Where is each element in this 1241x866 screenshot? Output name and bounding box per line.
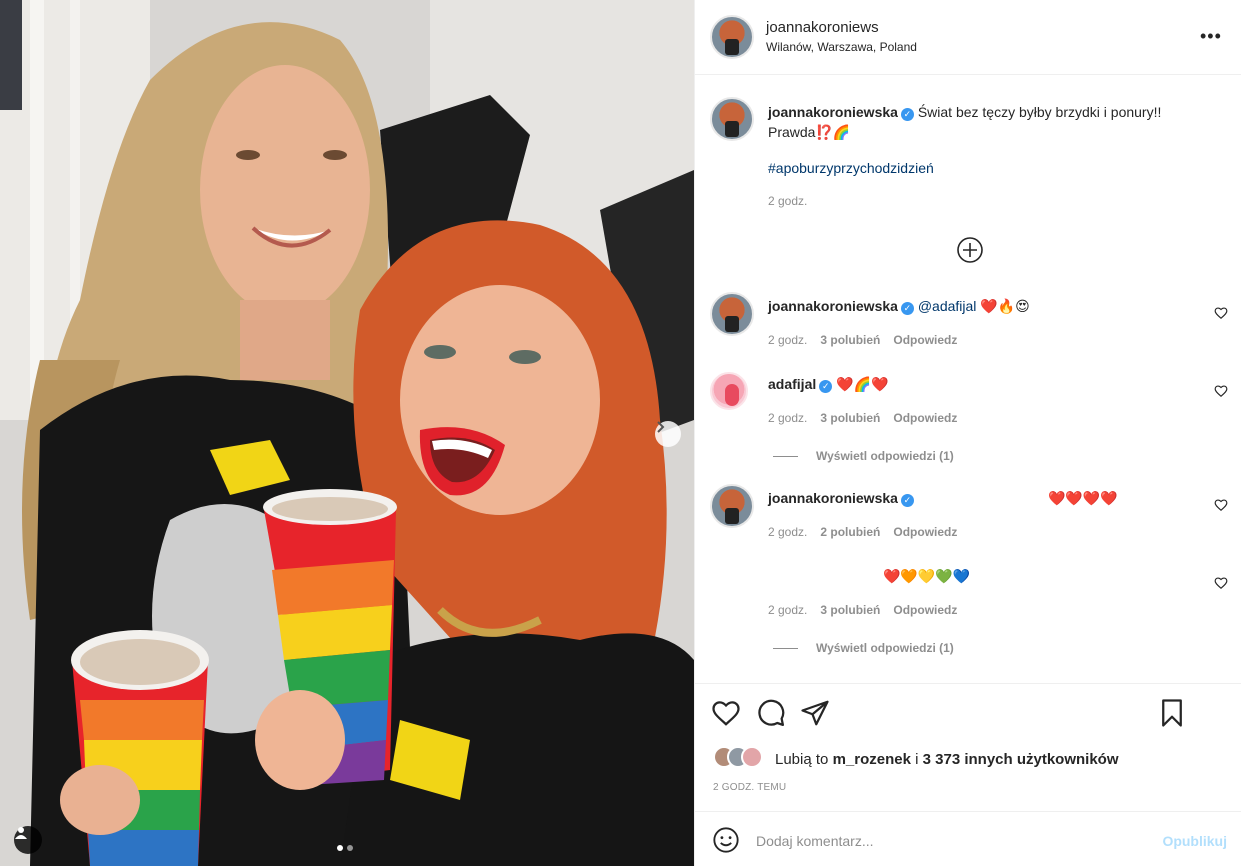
post-timestamp[interactable]: 2 GODZ. TEMU [713, 782, 786, 793]
avatar[interactable] [710, 292, 754, 336]
comment-time[interactable]: 2 godz. [768, 333, 807, 347]
comment-mention[interactable]: @adafijal [918, 298, 977, 314]
chevron-right-icon [657, 421, 665, 433]
load-more-comments-button[interactable] [956, 236, 984, 267]
likes-others-link[interactable]: 3 373 innych użytkowników [923, 751, 1119, 768]
carousel-dot-active [337, 845, 343, 851]
avatar[interactable] [710, 97, 754, 141]
caption-time[interactable]: 2 godz. [768, 194, 807, 208]
carousel-dots [337, 845, 353, 851]
comment-username[interactable]: joannakoroniewska [768, 298, 898, 314]
bookmark-icon[interactable] [1157, 698, 1187, 728]
comment-time[interactable]: 2 godz. [768, 525, 807, 539]
heart-icon[interactable] [1214, 384, 1228, 398]
caption-hashtag[interactable]: #apoburzyprzychodzidzień [768, 160, 934, 176]
verified-badge-icon: ✓ [819, 380, 833, 393]
next-photo-button[interactable] [655, 421, 681, 447]
divider-line [773, 455, 798, 457]
comment-meta: 2 godz. 3 polubień Odpowiedz [768, 411, 957, 425]
avatar[interactable] [710, 484, 754, 528]
comments-list: joannakoroniewska ✓ Świat bez tęczy byłby… [695, 76, 1241, 682]
post-location[interactable]: Wilanów, Warszawa, Poland [766, 40, 917, 54]
comment-username[interactable]: joannakoroniewska [768, 490, 898, 506]
post-author-username[interactable]: joannakoroniews [766, 19, 879, 36]
comment-meta: 2 godz. 2 polubień Odpowiedz [768, 525, 957, 539]
verified-badge-icon: ✓ [900, 108, 914, 121]
comment-time[interactable]: 2 godz. [768, 411, 807, 425]
comment-likes[interactable]: 2 polubień [820, 525, 880, 539]
share-icon[interactable] [800, 698, 830, 728]
avatar[interactable] [710, 372, 748, 410]
post-actions: Lubią to m_rozenek i 3 373 innych użytko… [695, 683, 1241, 811]
comment-text: ❤️❤️❤️❤️ [1048, 490, 1118, 506]
comment-time[interactable]: 2 godz. [768, 603, 807, 617]
caption-username[interactable]: joannakoroniewska [768, 104, 898, 120]
avatar[interactable] [710, 15, 754, 59]
liked-by-user[interactable]: m_rozenek [833, 751, 911, 768]
add-comment-bar: Dodaj komentarz... Opublikuj [695, 811, 1241, 866]
more-options-icon[interactable]: ••• [1200, 27, 1222, 45]
comment-meta: 2 godz. 3 polubień Odpowiedz [768, 333, 957, 347]
avatar[interactable] [741, 746, 763, 768]
likes-prefix: Lubią to [775, 751, 829, 768]
post-header: joannakoroniews Wilanów, Warszawa, Polan… [695, 0, 1241, 75]
plus-circle-icon [957, 237, 983, 263]
reply-button[interactable]: Odpowiedz [893, 603, 957, 617]
publish-button[interactable]: Opublikuj [1162, 833, 1227, 849]
heart-icon[interactable] [711, 698, 741, 728]
reply-button[interactable]: Odpowiedz [893, 411, 957, 425]
likes-middle: i [915, 751, 919, 768]
divider-line [773, 647, 798, 649]
comment-icon[interactable] [756, 698, 786, 728]
comment-meta: 2 godz. 3 polubień Odpowiedz [768, 603, 957, 617]
user-icon [15, 827, 27, 839]
comment-input[interactable]: Dodaj komentarz... [756, 833, 874, 849]
heart-icon[interactable] [1214, 576, 1228, 590]
heart-icon[interactable] [1214, 306, 1228, 320]
tagged-users-button[interactable] [14, 826, 42, 854]
verified-badge-icon: ✓ [900, 494, 914, 507]
reply-button[interactable]: Odpowiedz [893, 525, 957, 539]
comment-likes[interactable]: 3 polubień [820, 603, 880, 617]
comment-likes[interactable]: 3 polubień [820, 411, 880, 425]
caption-text-line2: Prawda⁉️🌈 [768, 124, 851, 140]
heart-icon[interactable] [1214, 498, 1228, 512]
comment-text: ❤️🧡💛💚💙 [883, 568, 971, 584]
comment-username[interactable]: adafijal [768, 376, 816, 392]
view-replies-label: Wyświetl odpowiedzi (1) [816, 641, 954, 655]
caption-text: Świat bez tęczy byłby brzydki i ponury!! [917, 104, 1162, 120]
post-side-panel: joannakoroniews Wilanów, Warszawa, Polan… [694, 0, 1241, 866]
likes-summary: Lubią to m_rozenek i 3 373 innych użytko… [775, 751, 1119, 768]
comment-text: ❤️🔥😍 [980, 298, 1030, 314]
reply-button[interactable]: Odpowiedz [893, 333, 957, 347]
view-replies-button[interactable]: Wyświetl odpowiedzi (1) [773, 449, 954, 463]
post-photo[interactable] [0, 0, 694, 866]
comment-likes[interactable]: 3 polubień [820, 333, 880, 347]
comment-text: ❤️🌈❤️ [836, 376, 889, 392]
carousel-dot [347, 845, 353, 851]
emoji-icon[interactable] [712, 826, 740, 854]
view-replies-button[interactable]: Wyświetl odpowiedzi (1) [773, 641, 954, 655]
photo-illustration [0, 0, 694, 866]
verified-badge-icon: ✓ [900, 302, 914, 315]
view-replies-label: Wyświetl odpowiedzi (1) [816, 449, 954, 463]
